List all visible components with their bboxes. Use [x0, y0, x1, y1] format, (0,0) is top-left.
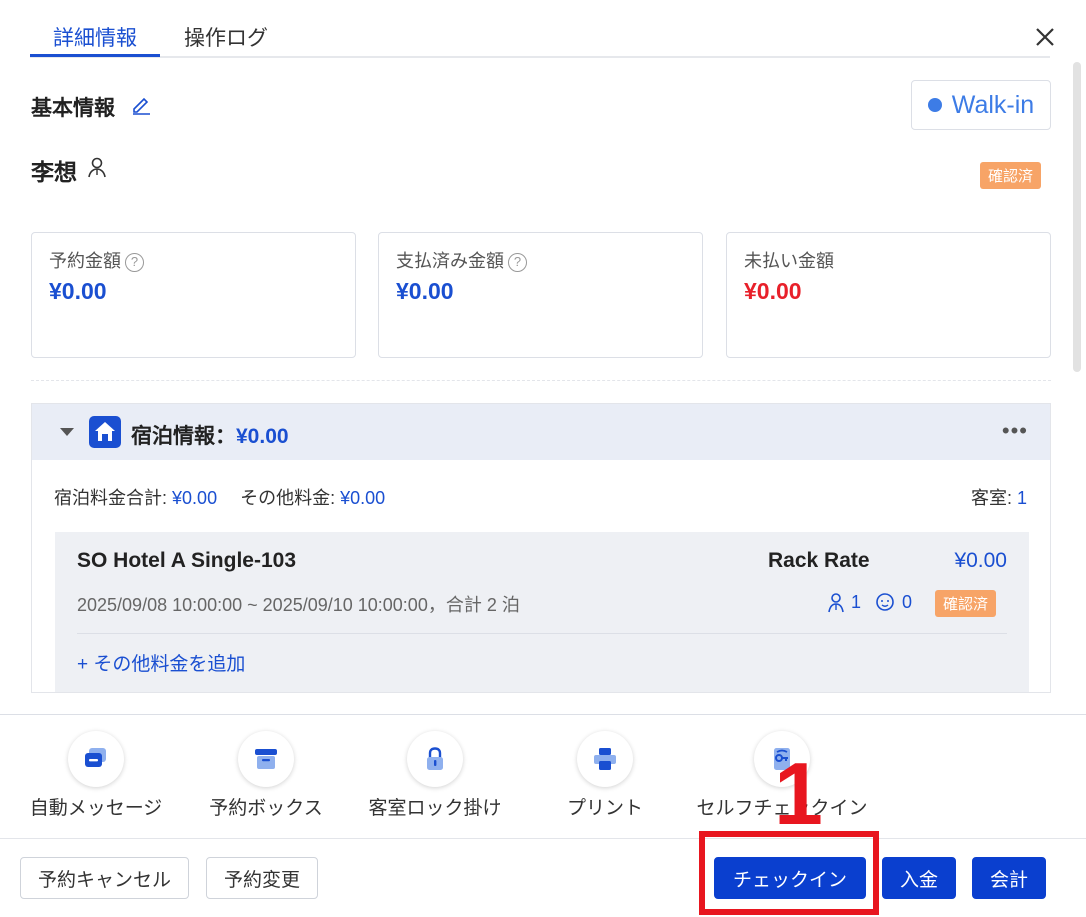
amount-label: 予約金額 [49, 251, 121, 271]
rate-plan-name: Rack Rate [768, 549, 870, 572]
annotation-step-number: 1 [774, 744, 823, 843]
child-count: 0 [902, 592, 913, 612]
amount-value: ¥0.00 [744, 278, 802, 304]
person-icon [88, 157, 106, 178]
close-icon[interactable] [1032, 24, 1058, 50]
action-reservation-box[interactable]: 予約ボックス [209, 731, 323, 820]
room-card[interactable]: SO Hotel A Single-103 Rack Rate ¥0.00 20… [55, 532, 1029, 692]
amount-card-unpaid: 未払い金額 ¥0.00 [726, 232, 1051, 358]
stay-info-title: 宿泊情報 [131, 425, 215, 448]
help-icon[interactable]: ? [125, 253, 144, 272]
child-icon [876, 593, 894, 611]
edit-icon[interactable] [130, 93, 152, 115]
room-fee-label: 宿泊料金合計: [54, 488, 168, 508]
action-room-lock[interactable]: 客室ロック掛け [368, 731, 502, 820]
reservation-status-badge: 確認済 [980, 162, 1042, 189]
amount-value: ¥0.00 [396, 278, 454, 304]
other-fee-value: ¥0.00 [340, 488, 386, 508]
amount-value: ¥0.00 [49, 278, 107, 304]
amount-label: 未払い金額 [744, 251, 834, 271]
rate-price: ¥0.00 [954, 549, 1007, 572]
scrollbar[interactable] [1073, 62, 1081, 372]
stay-dates: 2025/09/08 10:00:00 ~ 2025/09/10 10:00:0… [77, 595, 520, 615]
help-icon[interactable]: ? [508, 253, 527, 272]
tab-operation-log[interactable]: 操作ログ [184, 22, 268, 52]
cancel-reservation-button[interactable]: 予約キャンセル [20, 857, 189, 899]
divider [77, 633, 1007, 634]
stay-info-total: ¥0.00 [236, 425, 289, 448]
annotation-highlight-box [699, 831, 879, 915]
stay-info-panel: 宿泊情報：¥0.00 ••• 宿泊料金合計: ¥0.00 その他料金: ¥0.0… [31, 403, 1051, 693]
action-label: 自動メッセージ [29, 798, 163, 819]
adult-count: 1 [851, 592, 862, 612]
lock-icon [427, 747, 443, 770]
source-dot-icon [927, 98, 942, 112]
toolbar-divider [0, 714, 1086, 715]
fee-summary: 宿泊料金合計: ¥0.00 その他料金: ¥0.00 [54, 484, 385, 510]
footer-divider [0, 838, 1086, 839]
room-count: 客室: 1 [971, 484, 1027, 510]
stay-info-header[interactable]: 宿泊情報：¥0.00 ••• [32, 404, 1050, 460]
action-auto-message[interactable]: 自動メッセージ [29, 731, 163, 820]
source-badge[interactable]: Walk-in [911, 80, 1051, 130]
other-fee-label: その他料金: [240, 488, 336, 508]
collapse-caret-icon[interactable] [60, 428, 74, 436]
room-count-label: 客室: [970, 488, 1012, 508]
house-icon [89, 416, 121, 448]
source-label: Walk-in [951, 90, 1035, 119]
action-label: 客室ロック掛け [368, 798, 502, 819]
more-icon[interactable]: ••• [1002, 418, 1028, 444]
room-count-value: 1 [1016, 488, 1027, 508]
add-other-fee-link[interactable]: + その他料金を追加 [77, 649, 245, 676]
action-label: 予約ボックス [209, 798, 323, 819]
box-icon [255, 749, 277, 769]
tab-bar: 詳細情報 操作ログ [30, 18, 1050, 58]
room-fee-value: ¥0.00 [172, 488, 218, 508]
message-icon [85, 748, 106, 767]
divider [31, 380, 1051, 381]
modify-reservation-button[interactable]: 予約変更 [206, 857, 318, 899]
printer-icon [594, 748, 616, 770]
amount-card-paid: 支払済み金額? ¥0.00 [378, 232, 703, 358]
action-print[interactable]: プリント [566, 731, 644, 820]
amount-label: 支払済み金額 [396, 251, 504, 271]
tab-details[interactable]: 詳細情報 [53, 22, 137, 52]
amount-card-reservation: 予約金額? ¥0.00 [31, 232, 356, 358]
checkout-button[interactable]: 会計 [972, 857, 1046, 899]
basic-info-title: 基本情報 [31, 97, 115, 120]
room-name: SO Hotel A Single-103 [77, 549, 296, 572]
room-status-badge: 確認済 [935, 590, 997, 617]
guest-name[interactable]: 李想 [31, 153, 77, 187]
active-tab-indicator [30, 54, 160, 57]
deposit-button[interactable]: 入金 [882, 857, 956, 899]
adult-icon [828, 593, 844, 613]
action-label: プリント [566, 798, 643, 819]
